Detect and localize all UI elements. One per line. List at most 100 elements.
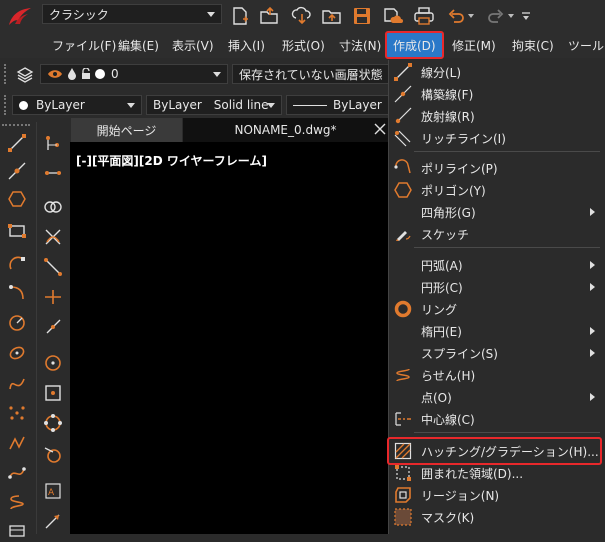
- redo-dropdown-icon[interactable]: [506, 4, 516, 28]
- spline-tool-icon[interactable]: [4, 370, 30, 396]
- menu-modify[interactable]: 修正(M): [452, 32, 496, 58]
- lock-icon: [80, 68, 92, 80]
- text-tool-icon[interactable]: A: [40, 478, 66, 504]
- menu-item-spline[interactable]: スプライン(S): [389, 342, 603, 364]
- menu-item-polyline[interactable]: ポリライン(P): [389, 157, 603, 179]
- arc-3pt-tool-icon[interactable]: [4, 280, 30, 306]
- dimension-tool-icon[interactable]: [40, 130, 66, 156]
- menu-item-hatch[interactable]: ハッチング/グラデーション(H)...: [387, 437, 602, 465]
- menu-item-rectangle[interactable]: 四角形(G): [389, 201, 603, 223]
- arc-tool-icon[interactable]: [4, 250, 30, 276]
- cloud-download-icon[interactable]: [290, 4, 314, 28]
- square-center-tool-icon[interactable]: [40, 380, 66, 406]
- drawing-canvas[interactable]: [70, 142, 390, 534]
- toolbar-grip[interactable]: [2, 124, 30, 128]
- viewport-label[interactable]: [-][平面図][2D ワイヤーフレーム]: [76, 152, 267, 169]
- rectangle-tool-icon[interactable]: [4, 218, 30, 244]
- construction-line-tool-icon[interactable]: [4, 158, 30, 184]
- menu-item-wipeout[interactable]: マスク(K): [389, 506, 603, 528]
- tab-start-page[interactable]: 開始ページ: [71, 118, 182, 142]
- save-icon[interactable]: [350, 4, 374, 28]
- line-tool-icon[interactable]: [4, 130, 30, 156]
- menu-edit[interactable]: 編集(E): [118, 32, 159, 58]
- save-cloud-icon[interactable]: [380, 4, 404, 28]
- circle-tool-icon[interactable]: [4, 310, 30, 336]
- helix-tool-icon[interactable]: [4, 490, 30, 516]
- table-tool-icon[interactable]: [4, 516, 30, 542]
- menu-item-donut[interactable]: リング: [389, 298, 603, 320]
- menu-file[interactable]: ファイル(F): [52, 32, 116, 58]
- tab-noname-dwg[interactable]: NONAME_0.dwg*: [183, 118, 388, 142]
- ray-icon: [393, 106, 413, 126]
- lineweight-value: ByLayer: [333, 98, 382, 112]
- menu-dimension[interactable]: 寸法(N): [339, 32, 381, 58]
- centerline-icon: [393, 409, 413, 429]
- freeze-drop-icon: [67, 68, 77, 80]
- menu-insert[interactable]: 挿入(I): [228, 32, 265, 58]
- menu-item-sketch[interactable]: スケッチ: [389, 223, 603, 245]
- linetype-select[interactable]: ByLayer Solid line: [146, 95, 282, 115]
- menu-item-multiline[interactable]: リッチライン(I): [389, 127, 603, 149]
- chevron-down-icon: [213, 72, 221, 77]
- trim-tool-icon[interactable]: [40, 224, 66, 250]
- toolbar-grip[interactable]: [4, 64, 12, 84]
- workspace-select[interactable]: クラシック: [42, 4, 222, 24]
- undo-icon[interactable]: [444, 4, 468, 28]
- ray-tool-icon[interactable]: [40, 314, 66, 340]
- lineweight-select[interactable]: ByLayer: [286, 95, 388, 115]
- polyline-tool-icon[interactable]: [4, 430, 30, 456]
- donut-pair-tool-icon[interactable]: [40, 194, 66, 220]
- customize-toolbar-icon[interactable]: [520, 4, 532, 28]
- menu-view[interactable]: 表示(V): [172, 32, 214, 58]
- layer-state-select[interactable]: 保存されていない画層状態: [232, 64, 388, 84]
- menu-format[interactable]: 形式(O): [282, 32, 325, 58]
- menu-item-label: 中心線(C): [421, 412, 475, 427]
- color-select[interactable]: ByLayer: [12, 95, 142, 115]
- menu-draw[interactable]: 作成(D): [385, 31, 444, 59]
- point-tool-icon[interactable]: [4, 400, 30, 426]
- menu-item-point[interactable]: 点(O): [389, 386, 603, 408]
- menu-item-ellipse[interactable]: 楕円(E): [389, 320, 603, 342]
- menu-item-line[interactable]: 線分(L): [389, 61, 603, 83]
- spline-fit-tool-icon[interactable]: [4, 460, 30, 486]
- circle-center-tool-icon[interactable]: [40, 350, 66, 376]
- menu-item-arc[interactable]: 円弧(A): [389, 254, 603, 276]
- svg-text:A: A: [48, 488, 55, 498]
- xline-tool-icon[interactable]: [40, 160, 66, 186]
- menu-item-label: スプライン(S): [421, 346, 498, 361]
- print-icon[interactable]: [412, 4, 436, 28]
- app-logo-icon[interactable]: [6, 6, 34, 28]
- undo-dropdown-icon[interactable]: [466, 4, 476, 28]
- circle-3pt-tool-icon[interactable]: [40, 410, 66, 436]
- open-file-icon[interactable]: [258, 4, 282, 28]
- menu-constraint[interactable]: 拘束(C): [512, 32, 554, 58]
- menu-item-construction-line[interactable]: 構築線(F): [389, 83, 603, 105]
- wipeout-icon: [393, 507, 413, 527]
- line-segment-tool-icon[interactable]: [40, 254, 66, 280]
- layer-select[interactable]: 0: [40, 64, 228, 84]
- folder-upload-icon[interactable]: [320, 4, 344, 28]
- toolbar-grip[interactable]: [4, 95, 12, 115]
- menu-item-label: 構築線(F): [421, 87, 474, 102]
- menu-item-ray[interactable]: 放射線(R): [389, 105, 603, 127]
- menu-item-region[interactable]: リージョン(N): [389, 484, 603, 506]
- revision-cloud-tool-icon[interactable]: [4, 340, 30, 366]
- menu-item-helix[interactable]: らせん(H): [389, 364, 603, 386]
- submenu-arrow-icon: [590, 327, 595, 335]
- submenu-arrow-icon: [590, 261, 595, 269]
- cross-tool-icon[interactable]: [40, 284, 66, 310]
- menu-item-boundary[interactable]: 囲まれた領域(D)...: [389, 462, 603, 484]
- redo-icon[interactable]: [484, 4, 508, 28]
- polygon-tool-icon[interactable]: [4, 186, 30, 212]
- menu-item-polygon[interactable]: ポリゴン(Y): [389, 179, 603, 201]
- new-file-icon[interactable]: [228, 4, 252, 28]
- menu-item-centerline[interactable]: 中心線(C): [389, 408, 603, 430]
- menu-item-circle[interactable]: 円形(C): [389, 276, 603, 298]
- close-icon[interactable]: [373, 122, 387, 136]
- menu-item-label: リージョン(N): [421, 488, 500, 503]
- leader-tool-icon[interactable]: [40, 508, 66, 534]
- layer-manager-icon[interactable]: [14, 64, 36, 86]
- menu-tools[interactable]: ツール(: [568, 32, 605, 58]
- circle-tangent-tool-icon[interactable]: [40, 442, 66, 468]
- submenu-arrow-icon: [590, 208, 595, 216]
